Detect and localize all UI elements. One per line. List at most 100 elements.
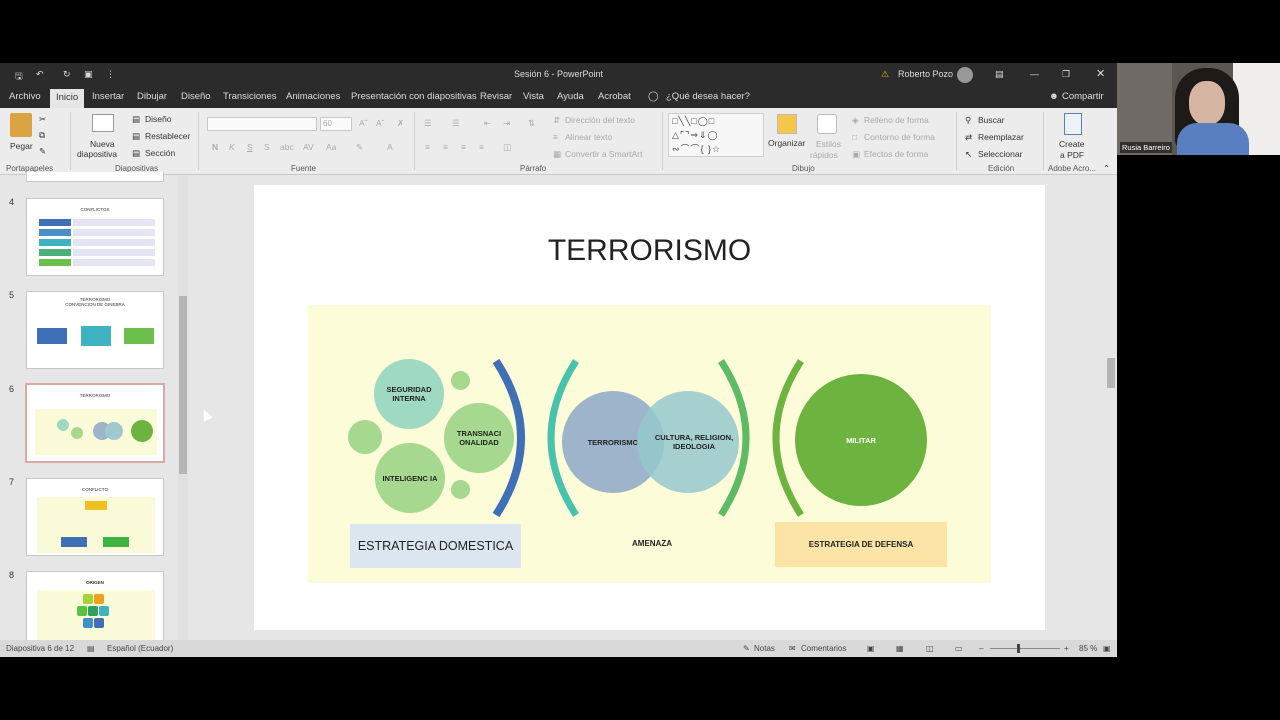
tab-diseno[interactable]: Diseño: [181, 91, 211, 102]
align-right-icon[interactable]: ≡: [461, 142, 466, 152]
align-center-icon[interactable]: ≡: [443, 142, 448, 152]
shapes-gallery[interactable]: □╲╲□◯□ △⌜⌝⇒⇓◯ ∾⌒⌒{ }☆: [668, 113, 764, 157]
undo-icon[interactable]: ↶: [36, 69, 44, 80]
present-icon[interactable]: ▣: [84, 69, 93, 80]
bold-icon[interactable]: N: [212, 142, 218, 152]
arrange-button[interactable]: Organizar: [768, 138, 805, 148]
zoom-in-icon[interactable]: +: [1064, 644, 1069, 653]
comments-button[interactable]: Comentarios: [801, 644, 846, 653]
redo-icon[interactable]: ↻: [63, 69, 71, 80]
tab-presentacion[interactable]: Presentación con diapositivas: [351, 91, 477, 102]
shape-effects-icon[interactable]: ▣: [852, 149, 860, 160]
font-color-icon[interactable]: A: [387, 142, 393, 152]
circle-cultura-religion-ideologia[interactable]: CULTURA, RELIGION, IDEOLOGIA: [637, 391, 739, 493]
text-direction-icon[interactable]: ⇵: [553, 115, 560, 126]
spellcheck-icon[interactable]: ▤: [87, 644, 95, 653]
slideshow-icon[interactable]: ▭: [955, 644, 963, 653]
shape-outline-button[interactable]: Contorno de forma: [864, 132, 935, 142]
tab-vista[interactable]: Vista: [523, 91, 544, 102]
section-icon[interactable]: ▤: [132, 148, 140, 159]
line-spacing-icon[interactable]: ⇅: [528, 118, 535, 129]
find-icon[interactable]: ⚲: [965, 115, 971, 126]
slide-thumbnail-7[interactable]: CONFLICTO: [26, 478, 164, 556]
decrease-indent-icon[interactable]: ⇤: [484, 118, 491, 129]
fit-slide-icon[interactable]: ▣: [1103, 644, 1111, 653]
tab-dibujar[interactable]: Dibujar: [137, 91, 167, 102]
notes-button[interactable]: Notas: [754, 644, 775, 653]
new-slide-icon[interactable]: [92, 114, 114, 132]
layout-button[interactable]: Diseño: [145, 114, 171, 124]
thumbnails-scrollbar[interactable]: [178, 176, 188, 640]
new-slide-label-1[interactable]: Nueva: [90, 139, 115, 149]
slide-title[interactable]: TERRORISMO: [254, 234, 1045, 268]
shrink-font-icon[interactable]: Aˇ: [376, 118, 385, 128]
minimize-icon[interactable]: —: [1030, 69, 1039, 79]
shape-fill-button[interactable]: Relleno de forma: [864, 115, 929, 125]
label-estrategia-de-defensa[interactable]: ESTRATEGIA DE DEFENSA: [775, 522, 947, 567]
tab-transiciones[interactable]: Transiciones: [223, 91, 277, 102]
shape-outline-icon[interactable]: □: [852, 132, 857, 142]
new-slide-label-2[interactable]: diapositiva: [77, 149, 117, 159]
grow-font-icon[interactable]: Aˆ: [359, 118, 368, 128]
reset-icon[interactable]: ▤: [132, 131, 140, 142]
restore-icon[interactable]: ❐: [1062, 69, 1070, 80]
circle-inteligencia[interactable]: INTELIGENC IA: [375, 443, 445, 513]
close-icon[interactable]: ✕: [1096, 67, 1105, 80]
clear-format-icon[interactable]: ✗: [397, 118, 404, 129]
highlight-icon[interactable]: ✎: [356, 142, 363, 153]
slide-thumbnail-5[interactable]: TERRORISMO CONVENCION DE GINEBRA: [26, 291, 164, 369]
tab-archivo[interactable]: Archivo: [9, 91, 41, 102]
paste-button[interactable]: Pegar: [10, 141, 33, 151]
smartart-icon[interactable]: ▦: [553, 149, 561, 160]
normal-view-icon[interactable]: ▣: [867, 644, 875, 653]
create-pdf-icon[interactable]: [1064, 113, 1082, 135]
smartart-button[interactable]: Convertir a SmartArt: [565, 149, 642, 159]
cut-icon[interactable]: ✂: [39, 114, 46, 125]
slide-thumbnail-6[interactable]: TERRORISMO: [25, 383, 165, 463]
zoom-level[interactable]: 85 %: [1079, 644, 1097, 653]
replace-button[interactable]: Reemplazar: [978, 132, 1024, 142]
tab-ayuda[interactable]: Ayuda: [557, 91, 584, 102]
replace-icon[interactable]: ⇄: [965, 132, 972, 143]
create-pdf-label-2[interactable]: a PDF: [1060, 150, 1084, 160]
quick-styles-label-1[interactable]: Estilos: [816, 139, 841, 149]
increase-indent-icon[interactable]: ⇥: [503, 118, 510, 129]
italic-icon[interactable]: K: [229, 142, 235, 152]
copy-icon[interactable]: ⧉: [39, 130, 45, 141]
numbering-icon[interactable]: ☰: [452, 118, 460, 129]
reset-button[interactable]: Restablecer: [145, 131, 190, 141]
tab-inicio[interactable]: Inicio: [50, 89, 85, 109]
slide-scroll-thumb[interactable]: [1107, 358, 1115, 388]
avatar[interactable]: [957, 67, 973, 83]
comments-icon[interactable]: ✉: [789, 644, 796, 653]
align-left-icon[interactable]: ≡: [425, 142, 430, 152]
share-icon[interactable]: ☻: [1049, 91, 1059, 102]
share-button[interactable]: Compartir: [1062, 91, 1104, 102]
bullets-icon[interactable]: ☰: [424, 118, 432, 129]
customize-icon[interactable]: ⋮: [106, 69, 115, 80]
label-amenaza[interactable]: AMENAZA: [592, 539, 712, 548]
shape-effects-button[interactable]: Efectos de forma: [864, 149, 928, 159]
underline-icon[interactable]: S: [247, 142, 253, 152]
format-painter-icon[interactable]: ✎: [39, 146, 46, 157]
columns-icon[interactable]: ◫: [503, 142, 511, 153]
slide-thumbnail-3-partial[interactable]: [26, 172, 164, 182]
change-case-icon[interactable]: Aa: [326, 142, 336, 152]
label-estrategia-domestica[interactable]: ESTRATEGIA DOMESTICA: [350, 524, 521, 568]
language-status[interactable]: Español (Ecuador): [107, 644, 173, 653]
justify-icon[interactable]: ≡: [479, 142, 484, 152]
slide-sorter-icon[interactable]: ▦: [896, 644, 904, 653]
char-spacing-icon[interactable]: AV: [303, 142, 314, 152]
ribbon-display-icon[interactable]: ▤: [995, 69, 1004, 80]
quick-styles-label-2[interactable]: rápidos: [810, 150, 838, 160]
shadow-icon[interactable]: S: [264, 142, 270, 152]
slide-thumbnail-8[interactable]: ORIGEN: [26, 571, 164, 643]
tab-animaciones[interactable]: Animaciones: [286, 91, 340, 102]
zoom-slider-thumb[interactable]: [1017, 644, 1020, 653]
thumbnails-scroll-thumb[interactable]: [179, 296, 187, 474]
reading-view-icon[interactable]: ◫: [926, 644, 934, 653]
user-name[interactable]: Roberto Pozo: [898, 69, 953, 79]
circle-seguridad-interna[interactable]: SEGURIDAD INTERNA: [374, 359, 444, 429]
quick-styles-icon[interactable]: [817, 114, 837, 134]
align-text-button[interactable]: Alinear texto: [565, 132, 612, 142]
